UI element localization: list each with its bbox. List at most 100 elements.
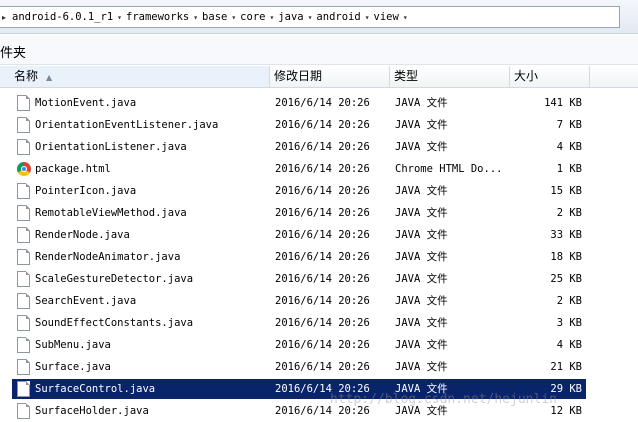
file-date: 2016/6/14 20:26 [275, 295, 370, 307]
file-row[interactable]: SubMenu.java 2016/6/14 20:26 JAVA 文件 4 KB [0, 334, 638, 356]
java-file-icon [17, 205, 30, 221]
breadcrumb-item-label: java [278, 11, 304, 23]
java-file-icon [17, 227, 30, 243]
file-name: OrientationListener.java [35, 141, 187, 153]
breadcrumb-item-label: core [240, 11, 266, 23]
file-type: JAVA 文件 [395, 97, 448, 109]
file-type: JAVA 文件 [395, 317, 448, 329]
java-file-icon [17, 359, 30, 375]
chevron-down-icon[interactable]: ▾ [231, 13, 236, 22]
breadcrumb-item[interactable]: android-6.0.1_r1 ▾ [10, 7, 124, 27]
java-file-icon [17, 183, 30, 199]
chevron-down-icon[interactable]: ▾ [193, 13, 198, 22]
java-file-icon [17, 117, 30, 133]
file-name: ScaleGestureDetector.java [35, 273, 194, 285]
file-type: Chrome HTML Do... [395, 163, 503, 175]
java-file-icon [17, 403, 30, 419]
file-size: 2 KB [556, 207, 582, 219]
file-type: JAVA 文件 [395, 229, 448, 241]
file-size: 29 KB [550, 383, 582, 395]
file-row[interactable]: PointerIcon.java 2016/6/14 20:26 JAVA 文件 15… [0, 180, 638, 202]
file-size: 4 KB [556, 141, 582, 153]
file-name: SubMenu.java [35, 339, 111, 351]
file-size: 25 KB [550, 273, 582, 285]
breadcrumb[interactable]: ▸ android-6.0.1_r1 ▾ frameworks ▾ base ▾ core ▾… [0, 6, 620, 28]
file-name: SoundEffectConstants.java [35, 317, 194, 329]
column-header-row: 名称 ▲ 修改日期 类型 大小 [0, 66, 638, 88]
column-header-name[interactable]: 名称 ▲ [0, 66, 270, 87]
file-date: 2016/6/14 20:26 [275, 185, 370, 197]
file-type: JAVA 文件 [395, 273, 448, 285]
file-name: RenderNode.java [35, 229, 130, 241]
chevron-down-icon[interactable]: ▾ [308, 13, 313, 22]
breadcrumb-item-label: android [316, 11, 361, 23]
address-bar: ▸ android-6.0.1_r1 ▾ frameworks ▾ base ▾ core ▾… [0, 0, 638, 34]
file-date: 2016/6/14 20:26 [275, 229, 370, 241]
file-row[interactable]: RemotableViewMethod.java 2016/6/14 20:26 J… [0, 202, 638, 224]
file-name: OrientationEventListener.java [35, 119, 219, 131]
file-type: JAVA 文件 [395, 295, 448, 307]
file-row[interactable]: RenderNode.java 2016/6/14 20:26 JAVA 文件 33 … [0, 224, 638, 246]
chevron-down-icon[interactable]: ▾ [117, 13, 122, 22]
file-row[interactable]: OrientationEventListener.java 2016/6/14 2… [0, 114, 638, 136]
file-row[interactable]: SearchEvent.java 2016/6/14 20:26 JAVA 文件 2 … [0, 290, 638, 312]
file-name: SurfaceControl.java [35, 383, 156, 395]
file-row[interactable]: RenderNodeAnimator.java 2016/6/14 20:26 JA… [0, 246, 638, 268]
file-row[interactable]: SurfaceControl.java 2016/6/14 20:26 JAVA 文… [0, 378, 638, 400]
breadcrumb-item-label: base [202, 11, 228, 23]
file-type: JAVA 文件 [395, 207, 448, 219]
file-row[interactable]: ScaleGestureDetector.java 2016/6/14 20:26… [0, 268, 638, 290]
java-file-icon [17, 249, 30, 265]
column-header-size-label: 大小 [514, 69, 539, 83]
file-name: PointerIcon.java [35, 185, 137, 197]
breadcrumb-item[interactable]: android ▾ [314, 7, 371, 27]
breadcrumb-item-label: frameworks [126, 11, 190, 23]
java-file-icon [17, 95, 30, 111]
column-header-type[interactable]: 类型 [390, 66, 510, 87]
file-size: 18 KB [550, 251, 582, 263]
file-size: 141 KB [544, 97, 582, 109]
file-row[interactable]: OrientationListener.java 2016/6/14 20:26 J… [0, 136, 638, 158]
file-date: 2016/6/14 20:26 [275, 273, 370, 285]
file-row[interactable]: SoundEffectConstants.java 2016/6/14 20:26… [0, 312, 638, 334]
chevron-down-icon[interactable]: ▾ [269, 13, 274, 22]
file-date: 2016/6/14 20:26 [275, 141, 370, 153]
column-header-date[interactable]: 修改日期 [270, 66, 390, 87]
file-size: 2 KB [556, 295, 582, 307]
file-row[interactable]: MotionEvent.java 2016/6/14 20:26 JAVA 文件 14… [0, 92, 638, 114]
file-date: 2016/6/14 20:26 [275, 383, 370, 395]
java-file-icon [17, 293, 30, 309]
file-type: JAVA 文件 [395, 251, 448, 263]
chevron-down-icon[interactable]: ▾ [403, 13, 408, 22]
column-header-type-label: 类型 [394, 69, 419, 83]
file-size: 33 KB [550, 229, 582, 241]
breadcrumb-item[interactable]: view ▾ [372, 7, 410, 27]
file-size: 15 KB [550, 185, 582, 197]
file-row[interactable]: SurfaceHolder.java 2016/6/14 20:26 JAVA 文件… [0, 400, 638, 422]
breadcrumb-overflow-arrow-icon[interactable]: ▸ [2, 13, 6, 22]
file-size: 7 KB [556, 119, 582, 131]
breadcrumb-item[interactable]: base ▾ [200, 7, 238, 27]
file-name: package.html [35, 163, 111, 175]
column-header-size[interactable]: 大小 [510, 66, 590, 87]
breadcrumb-item[interactable]: java ▾ [276, 7, 314, 27]
file-row[interactable]: Surface.java 2016/6/14 20:26 JAVA 文件 21 KB [0, 356, 638, 378]
file-type: JAVA 文件 [395, 185, 448, 197]
sort-ascending-icon: ▲ [46, 73, 53, 82]
java-file-icon [17, 315, 30, 331]
file-size: 12 KB [550, 405, 582, 417]
file-name: RemotableViewMethod.java [35, 207, 187, 219]
file-date: 2016/6/14 20:26 [275, 119, 370, 131]
chevron-down-icon[interactable]: ▾ [365, 13, 370, 22]
breadcrumb-item[interactable]: frameworks ▾ [124, 7, 200, 27]
file-type: JAVA 文件 [395, 119, 448, 131]
folder-label-bar: 件夹 [0, 35, 638, 65]
file-name: SearchEvent.java [35, 295, 137, 307]
breadcrumb-item[interactable]: core ▾ [238, 7, 276, 27]
file-row[interactable]: package.html 2016/6/14 20:26 Chrome HTML D… [0, 158, 638, 180]
file-name: Surface.java [35, 361, 111, 373]
file-size: 3 KB [556, 317, 582, 329]
file-date: 2016/6/14 20:26 [275, 361, 370, 373]
file-date: 2016/6/14 20:26 [275, 251, 370, 263]
file-date: 2016/6/14 20:26 [275, 405, 370, 417]
